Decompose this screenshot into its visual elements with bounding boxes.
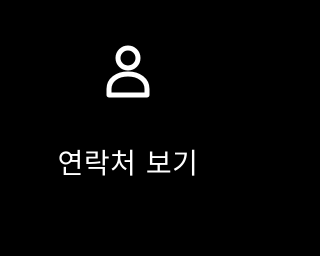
person-icon [104,44,152,100]
view-contacts-label: 연락처 보기 [57,147,199,180]
view-contacts-button[interactable]: 연락처 보기 [0,0,256,256]
